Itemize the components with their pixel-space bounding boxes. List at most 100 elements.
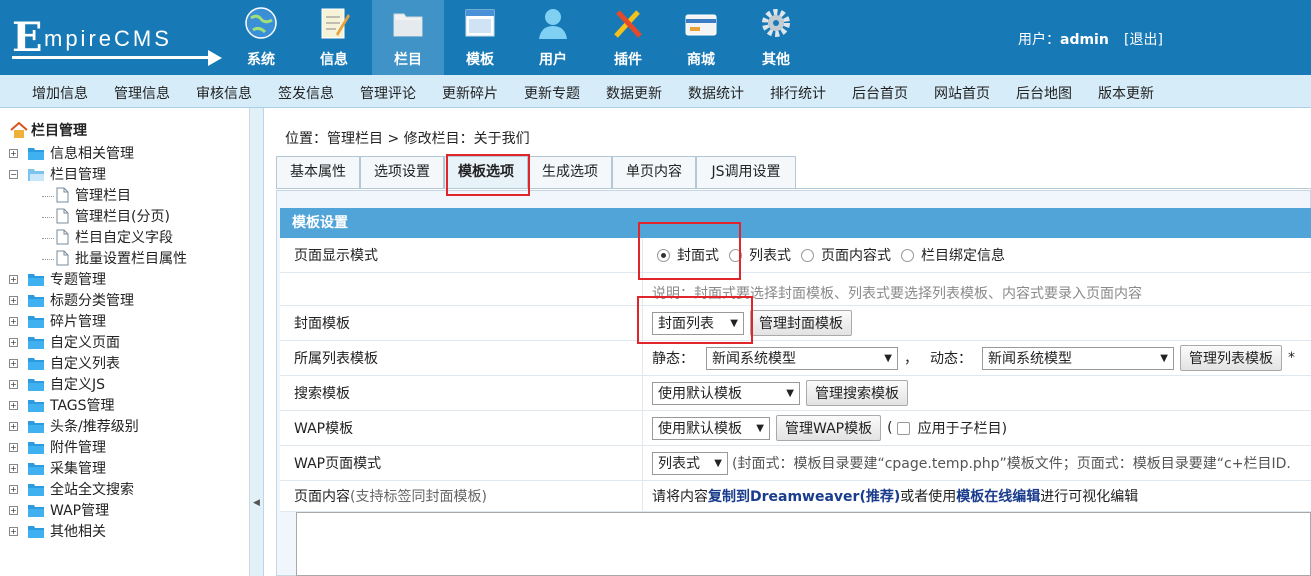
- menu-item[interactable]: 后台地图: [1016, 83, 1072, 103]
- static-template-select[interactable]: 新闻系统模型 ▼: [706, 346, 898, 370]
- menu-item[interactable]: 排行统计: [770, 83, 826, 103]
- radio-option[interactable]: 页面内容式: [801, 245, 891, 265]
- content-editor[interactable]: [296, 512, 1311, 576]
- tab-page-content[interactable]: 单页内容: [612, 156, 696, 188]
- nav-info[interactable]: 信息: [303, 0, 365, 75]
- nav-user[interactable]: 用户: [522, 0, 584, 75]
- menu-item[interactable]: 更新碎片: [442, 83, 498, 103]
- row-label: 封面模板: [280, 306, 643, 340]
- collapse-arrow-icon[interactable]: ◀: [253, 498, 260, 508]
- dynamic-label: 动态：: [930, 351, 972, 367]
- wap-mode-note: (封面式：模板目录要建“cpage.temp.php”模板文件；页面式：模板目录…: [732, 456, 1291, 472]
- manage-cover-button[interactable]: 管理封面模板: [750, 310, 852, 336]
- menu-item[interactable]: 网站首页: [934, 83, 990, 103]
- separator: ，: [904, 351, 918, 367]
- menu-item[interactable]: 数据统计: [688, 83, 744, 103]
- wap-controls: 使用默认模板 ▼ 管理WAP模板 ( 应用于子栏目): [644, 411, 1311, 445]
- card-icon: [685, 14, 717, 36]
- expand-toggle-icon[interactable]: +: [9, 380, 18, 389]
- nav-other[interactable]: 其他: [745, 0, 807, 75]
- menu-item[interactable]: 更新专题: [524, 83, 580, 103]
- logout-link[interactable]: [退出]: [1124, 29, 1163, 49]
- expand-toggle-icon[interactable]: +: [9, 485, 18, 494]
- sidebar-item-label: 碎片管理: [50, 314, 106, 330]
- breadcrumb: 位置：管理栏目 > 修改栏目：关于我们: [285, 131, 530, 147]
- tree-line: [42, 238, 54, 239]
- logo-letter: E: [12, 14, 43, 61]
- page-icon: [56, 187, 69, 203]
- row-label-note: (支持标签同封面模板): [350, 489, 487, 505]
- nav-label: 模板: [466, 52, 494, 68]
- folder-icon: [28, 484, 44, 496]
- menu-bar: 增加信息 管理信息 审核信息 签发信息 管理评论 更新碎片 更新专题 数据更新 …: [0, 75, 1311, 108]
- expand-toggle-icon[interactable]: −: [9, 170, 18, 179]
- sidebar-item-label: 自定义页面: [50, 335, 120, 351]
- dreamweaver-link[interactable]: 复制到Dreamweaver(推荐): [708, 486, 900, 506]
- expand-toggle-icon[interactable]: +: [9, 317, 18, 326]
- expand-toggle-icon[interactable]: +: [9, 359, 18, 368]
- menu-item[interactable]: 版本更新: [1098, 83, 1154, 103]
- expand-toggle-icon[interactable]: +: [9, 506, 18, 515]
- expand-toggle-icon[interactable]: +: [9, 443, 18, 452]
- sidebar-item-label: 标题分类管理: [50, 293, 134, 309]
- expand-toggle-icon[interactable]: +: [9, 296, 18, 305]
- menu-item[interactable]: 签发信息: [278, 83, 334, 103]
- row-label: 页面显示模式: [280, 238, 643, 272]
- radio-button[interactable]: [901, 248, 914, 262]
- search-template-select[interactable]: 使用默认模板 ▼: [652, 381, 800, 405]
- folder-icon: [28, 295, 44, 307]
- menu-item[interactable]: 增加信息: [32, 83, 88, 103]
- online-edit-link[interactable]: 模板在线编辑: [956, 486, 1040, 506]
- nav-system[interactable]: 系统: [230, 0, 292, 75]
- manage-wap-button[interactable]: 管理WAP模板: [776, 415, 882, 441]
- expand-toggle-icon[interactable]: +: [9, 149, 18, 158]
- nav-label: 其他: [762, 52, 790, 68]
- manage-search-button[interactable]: 管理搜索模板: [806, 380, 908, 406]
- folder-icon: [28, 358, 44, 370]
- menu-item[interactable]: 数据更新: [606, 83, 662, 103]
- wap-template-select[interactable]: 使用默认模板 ▼: [652, 416, 770, 440]
- wap-mode-select[interactable]: 列表式 ▼: [652, 451, 728, 475]
- main-content: 位置：管理栏目 > 修改栏目：关于我们 基本属性 选项设置 模板选项 生成选项 …: [265, 108, 1311, 576]
- chevron-down-icon: ▼: [1160, 352, 1168, 364]
- menu-item[interactable]: 管理评论: [360, 83, 416, 103]
- logo[interactable]: E mpireCMS: [10, 10, 225, 66]
- sidebar-splitter[interactable]: ◀: [250, 108, 264, 576]
- row-list-template: 所属列表模板 静态： 新闻系统模型 ▼ ， 动态： 新闻系统模型 ▼ 管理列表模板 …: [280, 341, 1311, 376]
- apply-to-children-checkbox[interactable]: [896, 421, 910, 435]
- tab-js-call[interactable]: JS调用设置: [696, 156, 796, 188]
- manage-list-button[interactable]: 管理列表模板: [1180, 345, 1282, 371]
- row-label-empty: [280, 273, 643, 305]
- tab-generate[interactable]: 生成选项: [528, 156, 612, 188]
- expand-toggle-icon[interactable]: +: [9, 338, 18, 347]
- expand-toggle-icon[interactable]: +: [9, 527, 18, 536]
- nav-template[interactable]: 模板: [449, 0, 511, 75]
- row-label: WAP页面模式: [280, 446, 643, 480]
- expand-toggle-icon[interactable]: +: [9, 464, 18, 473]
- gear-icon: [762, 9, 790, 37]
- row-label: 搜索模板: [280, 376, 643, 410]
- folder-icon: [28, 442, 44, 454]
- tab-basic[interactable]: 基本属性: [276, 156, 360, 188]
- list-controls: 静态： 新闻系统模型 ▼ ， 动态： 新闻系统模型 ▼ 管理列表模板 *: [644, 341, 1311, 375]
- folder-icon: [28, 463, 44, 475]
- menu-item[interactable]: 后台首页: [852, 83, 908, 103]
- highlight-display-mode: [638, 222, 741, 280]
- menu-item[interactable]: 审核信息: [196, 83, 252, 103]
- tab-options[interactable]: 选项设置: [360, 156, 444, 188]
- menu-item[interactable]: 管理信息: [114, 83, 170, 103]
- nav-label: 用户: [539, 52, 567, 68]
- expand-toggle-icon[interactable]: +: [9, 275, 18, 284]
- expand-toggle-icon[interactable]: +: [9, 401, 18, 410]
- radio-button[interactable]: [801, 248, 814, 262]
- chevron-down-icon: ▼: [786, 387, 794, 399]
- nav-plugin[interactable]: 插件: [597, 0, 659, 75]
- nav-column[interactable]: 栏目: [372, 0, 444, 75]
- notepad-icon: [321, 8, 350, 39]
- dynamic-template-select[interactable]: 新闻系统模型 ▼: [982, 346, 1174, 370]
- nav-shop[interactable]: 商城: [670, 0, 732, 75]
- sidebar-item-label: 全站全文搜索: [50, 482, 134, 498]
- sidebar-item-label: 信息相关管理: [50, 146, 134, 162]
- expand-toggle-icon[interactable]: +: [9, 422, 18, 431]
- radio-option[interactable]: 栏目绑定信息: [901, 245, 1005, 265]
